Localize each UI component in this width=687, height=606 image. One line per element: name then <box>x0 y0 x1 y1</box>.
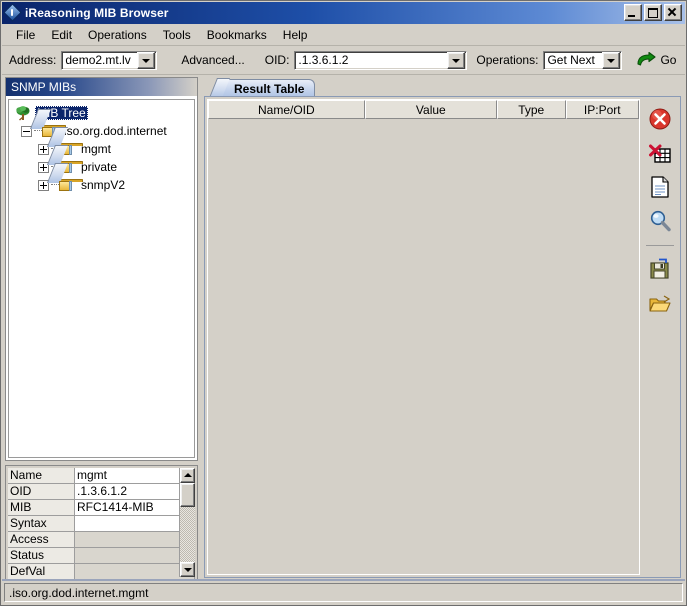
column-header-type[interactable]: Type <box>496 100 566 119</box>
menu-bar: File Edit Operations Tools Bookmarks Hel… <box>2 24 685 46</box>
property-key: Status <box>8 548 75 564</box>
title-bar: iReasoning MIB Browser <box>2 2 685 24</box>
property-value <box>75 532 195 548</box>
mib-tree-icon <box>16 106 30 121</box>
result-frame: Name/OID Value Type IP:Port <box>204 96 681 578</box>
tree-label-private: private <box>81 160 118 174</box>
minimize-button[interactable] <box>624 4 642 21</box>
table-row[interactable]: Access <box>8 532 195 548</box>
scrollbar-track[interactable] <box>180 483 195 562</box>
advanced-button[interactable]: Advanced... <box>175 51 250 69</box>
tree-label-iso-org-dod-internet: iso.org.dod.internet <box>64 124 167 138</box>
property-value: mgmt <box>75 468 195 484</box>
tab-strip: Result Table <box>204 77 681 97</box>
window-title: iReasoning MIB Browser <box>25 6 169 20</box>
property-key: MIB <box>8 500 75 516</box>
property-key: Name <box>8 468 75 484</box>
tree-node-mgmt[interactable]: mgmt <box>13 140 194 158</box>
snmp-mibs-header: SNMP MIBs <box>6 78 197 96</box>
close-button[interactable] <box>664 4 682 21</box>
menu-file[interactable]: File <box>8 26 43 44</box>
table-row[interactable]: DefVal <box>8 564 195 579</box>
table-row[interactable]: OID .1.3.6.1.2 <box>8 484 195 500</box>
oid-label: OID: <box>264 53 290 67</box>
menu-tools[interactable]: Tools <box>155 26 199 44</box>
tree-node-iso-org-dod-internet[interactable]: iso.org.dod.internet <box>13 122 194 140</box>
find-icon[interactable] <box>648 209 672 233</box>
scroll-down-icon[interactable] <box>180 562 195 577</box>
operations-combo[interactable]: Get Next <box>543 50 623 70</box>
table-row[interactable]: Syntax <box>8 516 195 532</box>
table-row[interactable]: Status <box>8 548 195 564</box>
clear-table-icon[interactable] <box>648 141 672 165</box>
stop-icon[interactable] <box>648 107 672 131</box>
oid-value: .1.3.6.1.2 <box>298 53 349 67</box>
address-value: demo2.mt.lv <box>65 53 131 67</box>
window-controls <box>624 4 682 21</box>
toolbar-divider <box>646 245 674 246</box>
menu-operations[interactable]: Operations <box>80 26 155 44</box>
mib-tree[interactable]: MIB Tree iso.org.dod.internet mgmt priva… <box>8 99 195 458</box>
tree-label-snmpv2: snmpV2 <box>81 178 126 192</box>
chevron-down-icon[interactable] <box>137 51 156 69</box>
operations-value: Get Next <box>547 53 595 67</box>
tab-label: Result Table <box>234 81 305 96</box>
open-folder-icon[interactable] <box>648 292 672 316</box>
result-panel: Result Table Name/OID Value Type IP:Port <box>204 77 681 578</box>
chevron-down-icon[interactable] <box>447 51 466 69</box>
property-value <box>75 548 195 564</box>
property-key: Access <box>8 532 75 548</box>
menu-help[interactable]: Help <box>275 26 316 44</box>
property-key: Syntax <box>8 516 75 532</box>
app-diamond-icon <box>3 3 22 22</box>
table-row[interactable]: Name mgmt <box>8 468 195 484</box>
save-icon[interactable] <box>648 258 672 282</box>
status-text: .iso.org.dod.internet.mgmt <box>9 585 149 600</box>
chevron-down-icon[interactable] <box>602 51 621 69</box>
address-combo[interactable]: demo2.mt.lv <box>61 50 158 70</box>
status-bar: .iso.org.dod.internet.mgmt <box>4 583 683 602</box>
new-document-icon[interactable] <box>648 175 672 199</box>
scrollbar-thumb[interactable] <box>180 483 195 507</box>
app-window: iReasoning MIB Browser File Edit Operati… <box>0 0 687 606</box>
property-key: DefVal <box>8 564 75 579</box>
property-value <box>75 516 195 532</box>
maximize-button[interactable] <box>644 4 662 21</box>
node-properties-table: Name mgmt OID .1.3.6.1.2 MIB RFC1414-MIB… <box>5 465 198 580</box>
result-table-body[interactable] <box>208 119 639 574</box>
properties-scrollbar[interactable] <box>179 468 195 577</box>
folder-icon <box>59 178 83 192</box>
operations-label: Operations: <box>476 53 539 67</box>
menu-bookmarks[interactable]: Bookmarks <box>199 26 275 44</box>
tree-node-snmpv2[interactable]: snmpV2 <box>13 176 194 194</box>
property-value <box>75 564 195 579</box>
tree-label-mgmt: mgmt <box>81 142 111 156</box>
column-header-name-oid[interactable]: Name/OID <box>208 100 365 119</box>
menu-edit[interactable]: Edit <box>43 26 80 44</box>
property-value: RFC1414-MIB <box>75 500 195 516</box>
property-key: OID <box>8 484 75 500</box>
column-header-value[interactable]: Value <box>364 100 497 119</box>
property-value: .1.3.6.1.2 <box>75 484 195 500</box>
go-button[interactable]: Go <box>636 52 676 68</box>
result-table: Name/OID Value Type IP:Port <box>207 99 640 575</box>
address-label: Address: <box>9 53 57 67</box>
scroll-up-icon[interactable] <box>180 468 195 483</box>
main-toolbar: Address: demo2.mt.lv Advanced... OID: .1… <box>2 46 685 75</box>
tab-result-table[interactable]: Result Table <box>221 79 316 97</box>
oid-combo[interactable]: .1.3.6.1.2 <box>294 50 468 70</box>
column-header-ip-port[interactable]: IP:Port <box>565 100 639 119</box>
snmp-mibs-panel: SNMP MIBs MIB Tree iso.org.dod.internet … <box>5 77 198 461</box>
go-label: Go <box>660 53 677 67</box>
go-arrow-icon <box>637 52 657 66</box>
table-row[interactable]: MIB RFC1414-MIB <box>8 500 195 516</box>
result-side-toolbar <box>641 99 679 575</box>
table-header-row: Name/OID Value Type IP:Port <box>208 100 639 120</box>
tree-node-private[interactable]: private <box>13 158 194 176</box>
